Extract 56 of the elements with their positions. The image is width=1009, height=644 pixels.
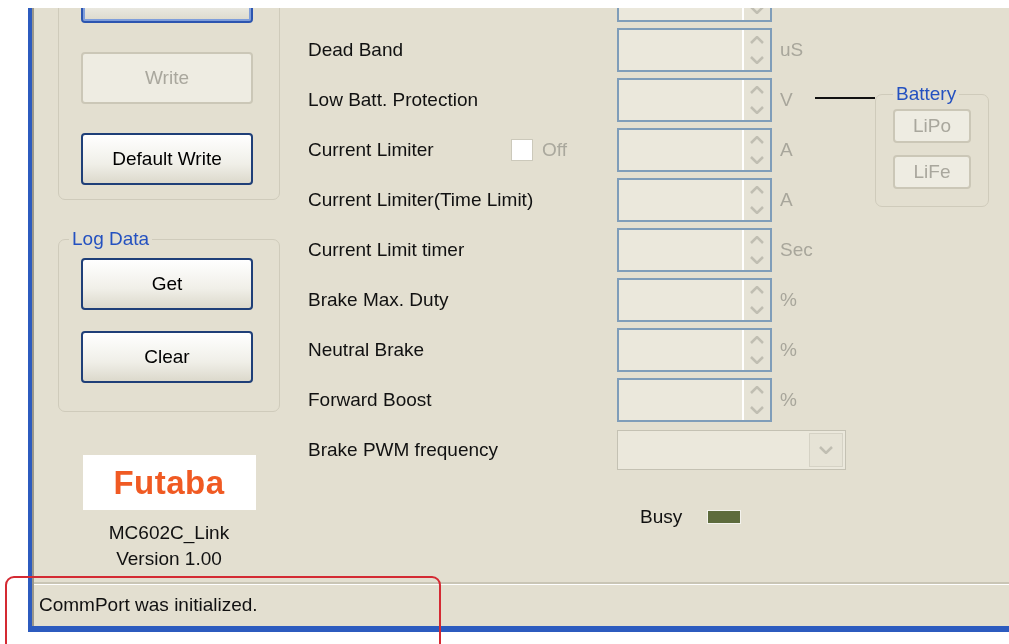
spin-field[interactable] <box>617 178 772 222</box>
spin-field[interactable] <box>617 328 772 372</box>
chevron-up-icon[interactable] <box>750 386 764 394</box>
action-button[interactable]: Default Write <box>81 133 253 185</box>
spin-field[interactable] <box>617 278 772 322</box>
unit-label: Sec <box>780 239 813 261</box>
action-button[interactable]: Clear <box>81 331 253 383</box>
chevron-up-icon[interactable] <box>750 136 764 144</box>
setting-label: Dead Band <box>308 39 404 61</box>
chevron-down-icon[interactable] <box>750 356 764 364</box>
chevron-up-icon[interactable] <box>750 336 764 344</box>
connector-line <box>815 97 875 99</box>
spin-field[interactable] <box>617 228 772 272</box>
unit-label: A <box>780 139 793 161</box>
chevron-down-icon[interactable] <box>750 206 764 214</box>
spin-field[interactable] <box>617 28 772 72</box>
setting-label: Current Limiter <box>308 139 434 161</box>
unit-label: A <box>780 189 793 211</box>
logo: Futaba <box>82 455 256 510</box>
unit-label: % <box>780 389 797 411</box>
unit-label: % <box>780 289 797 311</box>
spin-field[interactable] <box>617 378 772 422</box>
setting-label: Brake Max. Duty <box>308 289 449 311</box>
chevron-up-icon[interactable] <box>750 186 764 194</box>
chevron-up-icon[interactable] <box>750 236 764 244</box>
setting-label: Brake PWM frequency <box>308 439 499 461</box>
unit-label: % <box>780 339 797 361</box>
group-title: Battery <box>895 83 958 105</box>
chevron-down-icon[interactable] <box>750 156 764 164</box>
setting-label: Low Batt. Protection <box>308 89 479 111</box>
chevron-down-icon[interactable] <box>750 256 764 264</box>
setting-label: Forward Boost <box>308 389 432 411</box>
setting-label: Neutral Brake <box>308 339 425 361</box>
group-title: Log Data <box>71 228 151 250</box>
chevron-down-icon[interactable] <box>750 56 764 64</box>
chevron-down-icon[interactable] <box>819 446 833 454</box>
busy-label: Busy <box>640 506 683 528</box>
spin-field[interactable] <box>617 128 772 172</box>
spin-field[interactable] <box>617 78 772 122</box>
dropdown-field[interactable] <box>617 430 846 470</box>
version-text: Version 1.00 <box>115 547 223 571</box>
status-bar: CommPort was initialized. <box>34 582 1009 626</box>
app-name: MC602C_Link <box>108 521 230 546</box>
chevron-down-icon[interactable] <box>750 306 764 314</box>
chevron-down-icon[interactable] <box>750 106 764 114</box>
checkbox-label: Off <box>542 139 567 161</box>
unit-label: uS <box>780 39 804 61</box>
chevron-down-icon[interactable] <box>750 406 764 414</box>
setting-label: Current Limit timer <box>308 239 465 261</box>
setting-label: Current Limiter(Time Limit) <box>308 189 534 211</box>
chevron-up-icon[interactable] <box>750 36 764 44</box>
action-button[interactable]: Get <box>81 258 253 310</box>
chevron-down-icon[interactable] <box>750 8 764 14</box>
chevron-up-icon[interactable] <box>750 286 764 294</box>
unit-label: V <box>780 89 793 111</box>
chevron-up-icon[interactable] <box>750 86 764 94</box>
